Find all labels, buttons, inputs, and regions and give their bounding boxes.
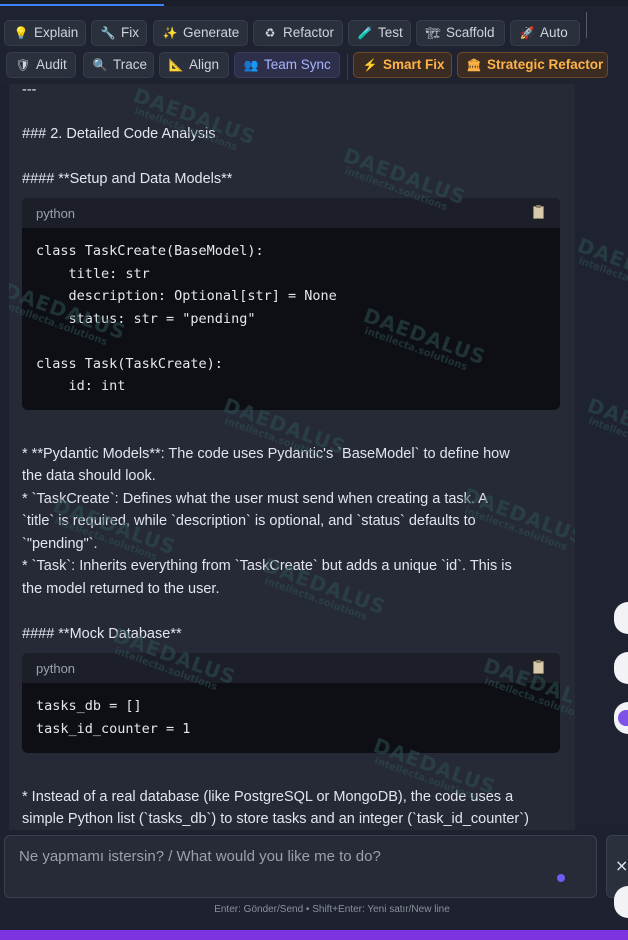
explain-label: Explain <box>34 25 79 40</box>
status-bar <box>0 930 628 940</box>
recycle-icon: ♻ <box>264 26 276 40</box>
fix-button[interactable]: 🔧 Fix <box>91 20 147 46</box>
team-icon: 👥 <box>243 58 259 72</box>
code-content: class TaskCreate(BaseModel): title: str … <box>36 243 337 394</box>
wrench-icon: 🔧 <box>100 26 116 40</box>
bullet-line: `"pending"`. <box>22 536 98 552</box>
code-language-label: python <box>36 661 76 676</box>
team-sync-label: Team Sync <box>264 57 331 72</box>
strategic-refactor-label: Strategic Refactor <box>487 57 604 72</box>
clipboard-icon[interactable] <box>533 205 544 219</box>
generate-button[interactable]: ✨ Generate <box>153 20 248 46</box>
team-sync-button[interactable]: 👥 Team Sync <box>234 52 340 78</box>
bullet-line: `title` is required, while `description`… <box>22 513 476 529</box>
prompt-input-placeholder: Ne yapmamı istersin? / What would you li… <box>19 848 381 865</box>
close-icon: × <box>615 856 628 875</box>
align-label: Align <box>189 57 220 72</box>
bullet-line: * `Task`: Inherits everything from `Task… <box>22 558 512 574</box>
toolbar-separator <box>347 54 348 80</box>
watermark: DAEDALUS intellecta.solutions <box>571 233 628 308</box>
refactor-label: Refactor <box>283 25 335 40</box>
bullet-line: * **Pydantic Models**: The code uses Pyd… <box>22 446 510 462</box>
heading-setup: #### **Setup and Data Models** <box>22 171 233 187</box>
watermark-text: DAEDALUS <box>574 233 628 300</box>
clipboard-icon[interactable] <box>533 660 544 674</box>
code-block-header: python <box>22 198 560 228</box>
watermark-text: DAEDALUS <box>584 393 628 460</box>
watermark-subtext: intellecta.solutions <box>262 575 369 624</box>
scaffold-button[interactable]: 🏗 Scaffold <box>416 20 505 46</box>
watermark-subtext: intellecta.solutions <box>586 415 628 464</box>
code-block-mock-db: python tasks_db = [] task_id_counter = 1 <box>22 653 560 753</box>
scaffold-icon: 🏗 <box>425 26 441 40</box>
watermark: DAEDALUS intellecta.solutions <box>127 84 259 158</box>
trace-button[interactable]: 🔍 Trace <box>83 52 154 78</box>
bullet-line: * `TaskCreate`: Defines what the user mu… <box>22 491 488 507</box>
code-content: tasks_db = [] task_id_counter = 1 <box>36 698 191 737</box>
heading-mock-db: #### **Mock Database** <box>22 626 182 642</box>
code-block-header: python <box>22 653 560 683</box>
horizontal-rule-text: --- <box>22 84 37 98</box>
smart-fix-label: Smart Fix <box>383 57 445 72</box>
status-dot-icon <box>557 874 565 882</box>
bullet-line: simple Python list (`tasks_db`) to store… <box>22 811 529 827</box>
watermark-subtext: intellecta.solutions <box>462 505 569 554</box>
bullet-line: the model returned to the user. <box>22 581 220 597</box>
rocket-icon: 🚀 <box>519 26 535 40</box>
audit-button[interactable]: 🛡 Audit <box>6 52 76 78</box>
trace-label: Trace <box>113 57 148 72</box>
building-icon: 🏛 <box>466 58 482 72</box>
auto-button[interactable]: 🚀 Auto <box>510 20 580 46</box>
heading-analysis: ### 2. Detailed Code Analysis <box>22 126 216 142</box>
scaffold-label: Scaffold <box>446 25 495 40</box>
ruler-icon: 📐 <box>168 58 184 72</box>
prompt-input-container[interactable]: Ne yapmamı istersin? / What would you li… <box>4 835 597 898</box>
refactor-button[interactable]: ♻ Refactor <box>253 20 343 46</box>
strategic-refactor-button[interactable]: 🏛 Strategic Refactor <box>457 52 608 78</box>
magnifier-icon: 🔍 <box>92 58 108 72</box>
watermark: DAEDALUS intellecta.solutions <box>581 393 628 468</box>
align-button[interactable]: 📐 Align <box>159 52 229 78</box>
fix-label: Fix <box>121 25 139 40</box>
code-block-models: python class TaskCreate(BaseModel): titl… <box>22 198 560 410</box>
smart-fix-button[interactable]: ⚡ Smart Fix <box>353 52 452 78</box>
explain-button[interactable]: 💡 Explain <box>4 20 86 46</box>
test-tube-icon: 🧪 <box>357 26 373 40</box>
shield-icon: 🛡 <box>15 58 31 72</box>
toolbar-divider <box>586 12 587 38</box>
test-button[interactable]: 🧪 Test <box>348 20 411 46</box>
watermark-subtext: intellecta.solutions <box>576 255 628 304</box>
assistant-message: --- ### 2. Detailed Code Analysis #### *… <box>9 84 575 830</box>
auto-label: Auto <box>540 25 568 40</box>
lightning-icon: ⚡ <box>362 58 378 72</box>
keyboard-hint: Enter: Gönder/Send • Shift+Enter: Yeni s… <box>214 904 450 915</box>
bullet-line: * Instead of a real database (like Postg… <box>22 789 514 805</box>
generate-label: Generate <box>183 25 240 40</box>
lightbulb-icon: 💡 <box>13 26 29 40</box>
audit-label: Audit <box>36 57 67 72</box>
bullet-line: the data should look. <box>22 468 156 484</box>
code-language-label: python <box>36 206 76 221</box>
test-label: Test <box>378 25 403 40</box>
sparkles-icon: ✨ <box>162 26 178 40</box>
action-toolbar: 💡 Explain 🔧 Fix ✨ Generate ♻ Refactor 🧪 Test … <box>0 6 628 84</box>
